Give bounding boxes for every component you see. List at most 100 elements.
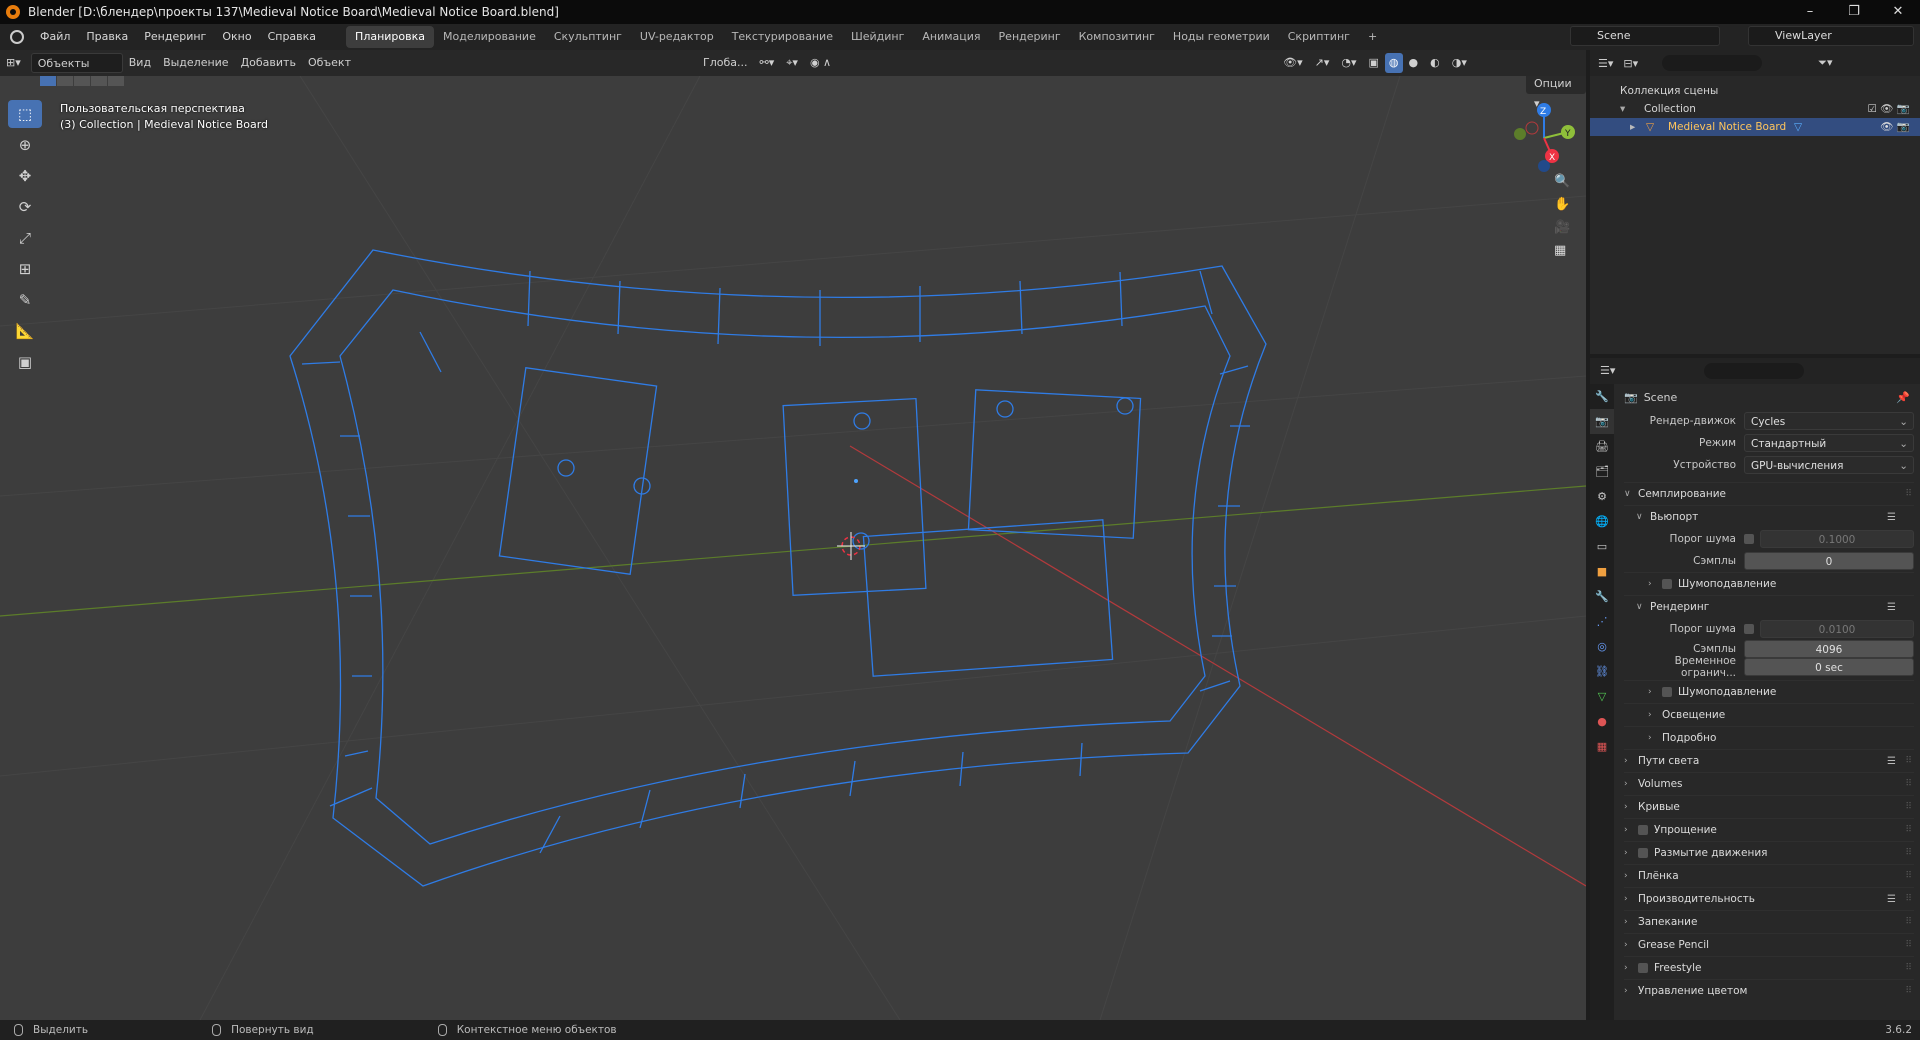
- rotate-tool-icon[interactable]: ⟳: [8, 193, 42, 221]
- outliner-row-medieval-notice-board[interactable]: ▸ ▽ Medieval Notice Board ▽ 👁 📷: [1590, 118, 1920, 136]
- tool-tab-icon[interactable]: 🔧: [1590, 384, 1614, 409]
- expand-object-icon[interactable]: ▸: [1630, 118, 1635, 136]
- sampling-panel-header[interactable]: ∨ Семплирование ⠿: [1624, 482, 1914, 505]
- collection-tab-icon[interactable]: ▭: [1590, 534, 1614, 559]
- color-management-panel[interactable]: › Управление цветом ⠿: [1624, 979, 1914, 1002]
- render-subpanel-header[interactable]: ∨ Рендеринг ☰: [1624, 595, 1914, 618]
- render-noise-checkbox[interactable]: [1744, 624, 1754, 634]
- shading-material-icon[interactable]: ◐: [1424, 53, 1446, 73]
- outliner-editor-icon[interactable]: ☰▾: [1598, 57, 1613, 70]
- presets-list-icon[interactable]: ☰: [1887, 894, 1896, 905]
- light-paths-panel[interactable]: › Пути света ☰ ⠿: [1624, 749, 1914, 772]
- tab-texture-paint[interactable]: Текстурирование: [723, 26, 842, 48]
- drag-grip-icon[interactable]: ⠿: [1905, 963, 1912, 973]
- output-tab-icon[interactable]: 🖨: [1590, 434, 1614, 459]
- outliner-search-input[interactable]: [1662, 55, 1763, 71]
- orientation-selector[interactable]: Глоба...: [697, 53, 753, 73]
- ortho-grid-icon[interactable]: ▦: [1554, 243, 1570, 258]
- drag-grip-icon[interactable]: ⠿: [1905, 894, 1912, 904]
- performance-panel[interactable]: › Производительность ☰ ⠿: [1624, 887, 1914, 910]
- menu-view[interactable]: Вид: [123, 53, 157, 73]
- time-limit-field[interactable]: 0 sec: [1744, 658, 1914, 676]
- drag-grip-icon[interactable]: ⠿: [1905, 871, 1912, 881]
- render-tab-icon[interactable]: 📷: [1590, 409, 1614, 434]
- transform-tool-icon[interactable]: ⊞: [8, 255, 42, 283]
- select-box-tool-icon[interactable]: ⬚: [8, 100, 42, 128]
- lighting-header[interactable]: › Освещение: [1624, 703, 1914, 726]
- zoom-icon[interactable]: 🔍: [1554, 174, 1570, 189]
- simplify-checkbox[interactable]: [1638, 825, 1648, 835]
- select-mode-subtract-icon[interactable]: [74, 76, 90, 86]
- volumes-panel[interactable]: › Volumes ⠿: [1624, 772, 1914, 795]
- motion-blur-panel[interactable]: › Размытие движения ⠿: [1624, 841, 1914, 864]
- overlay-toggle-icon[interactable]: ◔▾: [1335, 53, 1362, 73]
- view-layer-tab-icon[interactable]: 🗂: [1590, 459, 1614, 484]
- display-mode-icon[interactable]: ⊟▾: [1623, 57, 1638, 70]
- menu-help[interactable]: Справка: [260, 24, 324, 50]
- advanced-header[interactable]: › Подробно: [1624, 726, 1914, 749]
- viewport-noise-field[interactable]: 0.1000: [1760, 530, 1914, 548]
- shading-rendered-icon[interactable]: ◑▾: [1446, 53, 1473, 73]
- camera-icon[interactable]: 🎥: [1554, 220, 1570, 235]
- tab-animation[interactable]: Анимация: [913, 26, 989, 48]
- menu-object[interactable]: Объект: [302, 53, 357, 73]
- pin-icon[interactable]: 📌: [1896, 391, 1910, 404]
- device-dropdown[interactable]: GPU-вычисления: [1744, 456, 1914, 474]
- viewport-noise-checkbox[interactable]: [1744, 534, 1754, 544]
- annotate-tool-icon[interactable]: ✎: [8, 286, 42, 314]
- expand-collection-icon[interactable]: ▾: [1620, 100, 1625, 118]
- collection-visibility-icons[interactable]: ☑ 👁 📷: [1868, 100, 1911, 118]
- filter-icon[interactable]: ⏷▾: [1818, 56, 1832, 70]
- drag-grip-icon[interactable]: ⠿: [1905, 779, 1912, 789]
- viewport-samples-field[interactable]: 0: [1744, 552, 1914, 570]
- particles-tab-icon[interactable]: ⋰: [1590, 609, 1614, 634]
- drag-grip-icon[interactable]: ⠿: [1905, 848, 1912, 858]
- select-mode-intersect-icon[interactable]: [108, 76, 124, 86]
- freestyle-checkbox[interactable]: [1638, 963, 1648, 973]
- texture-tab-icon[interactable]: ▦: [1590, 734, 1614, 759]
- scene-tab-icon[interactable]: ⚙: [1590, 484, 1614, 509]
- visibility-icon[interactable]: 👁▾: [1277, 53, 1309, 73]
- minimize-button[interactable]: –: [1788, 0, 1832, 24]
- viewlayer-selector[interactable]: ViewLayer: [1748, 26, 1914, 46]
- mode-selector[interactable]: Объекты: [30, 53, 123, 73]
- motion-blur-checkbox[interactable]: [1638, 848, 1648, 858]
- object-visibility-icons[interactable]: 👁 📷: [1880, 118, 1910, 136]
- blender-menu-icon[interactable]: [10, 30, 24, 44]
- physics-tab-icon[interactable]: ◎: [1590, 634, 1614, 659]
- render-denoise-checkbox[interactable]: [1662, 687, 1672, 697]
- menu-select[interactable]: Выделение: [157, 53, 235, 73]
- menu-add[interactable]: Добавить: [235, 53, 302, 73]
- bake-panel[interactable]: › Запекание ⠿: [1624, 910, 1914, 933]
- drag-grip-icon[interactable]: ⠿: [1905, 489, 1912, 499]
- viewport-denoise-checkbox[interactable]: [1662, 579, 1672, 589]
- outliner-row-scene-collection[interactable]: Коллекция сцены: [1590, 82, 1920, 100]
- add-cube-tool-icon[interactable]: ▣: [8, 348, 42, 376]
- tab-compositing[interactable]: Композитинг: [1070, 26, 1164, 48]
- select-mode-invert-icon[interactable]: [91, 76, 107, 86]
- drag-grip-icon[interactable]: ⠿: [1905, 940, 1912, 950]
- proportional-edit-icon[interactable]: ◉ ∧: [804, 53, 837, 73]
- menu-file[interactable]: Файл: [32, 24, 78, 50]
- outliner-row-collection[interactable]: ▾ Collection ☑ 👁 📷: [1590, 100, 1920, 118]
- menu-render[interactable]: Рендеринг: [136, 24, 214, 50]
- scene-selector[interactable]: Scene: [1570, 26, 1720, 46]
- render-noise-field[interactable]: 0.0100: [1760, 620, 1914, 638]
- modifier-tab-icon[interactable]: 🔧: [1590, 584, 1614, 609]
- select-mode-extend-icon[interactable]: [57, 76, 73, 86]
- tab-sculpting[interactable]: Скульптинг: [545, 26, 631, 48]
- tab-geometry-nodes[interactable]: Ноды геометрии: [1164, 26, 1279, 48]
- measure-tool-icon[interactable]: 📐: [8, 317, 42, 345]
- drag-grip-icon[interactable]: ⠿: [1905, 986, 1912, 996]
- menu-window[interactable]: Окно: [214, 24, 259, 50]
- simplify-panel[interactable]: › Упрощение ⠿: [1624, 818, 1914, 841]
- drag-grip-icon[interactable]: ⠿: [1905, 802, 1912, 812]
- render-engine-dropdown[interactable]: Cycles: [1744, 412, 1914, 430]
- drag-grip-icon[interactable]: ⠿: [1905, 756, 1912, 766]
- data-tab-icon[interactable]: ▽: [1590, 684, 1614, 709]
- editor-type-icon[interactable]: ⊞▾: [0, 53, 27, 73]
- gizmo-toggle-icon[interactable]: ↗▾: [1309, 53, 1336, 73]
- feature-set-dropdown[interactable]: Стандартный: [1744, 434, 1914, 452]
- drag-grip-icon[interactable]: ⠿: [1905, 825, 1912, 835]
- tab-layout[interactable]: Планировка: [346, 26, 435, 48]
